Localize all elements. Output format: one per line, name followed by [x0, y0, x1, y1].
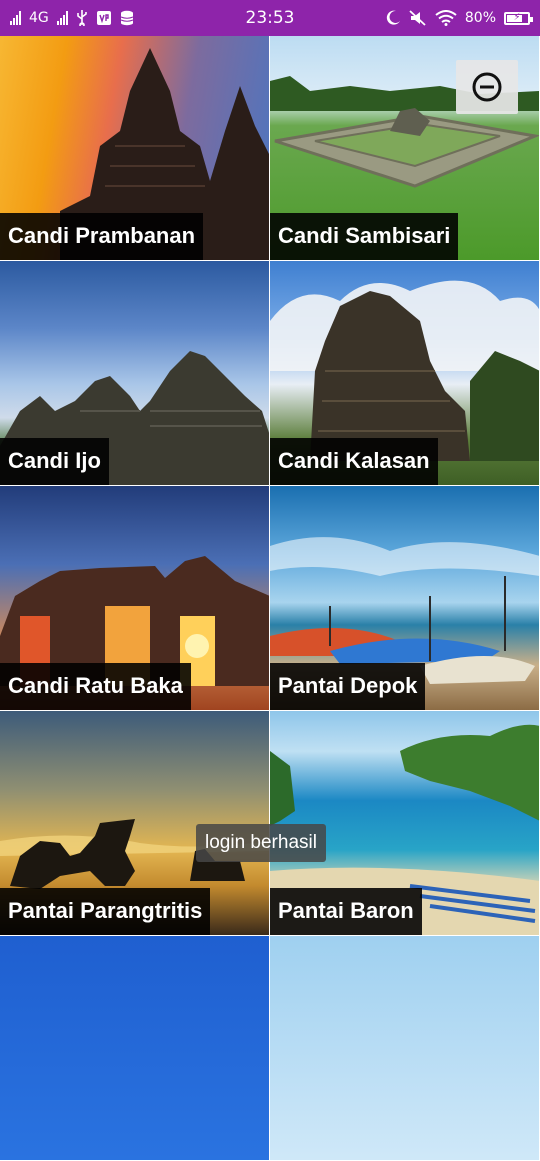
tile-label: Candi Ratu Baka	[0, 663, 191, 710]
tile-pantai-depok[interactable]: Pantai Depok	[270, 486, 540, 711]
usb-icon	[76, 10, 87, 26]
tile-candi-kalasan[interactable]: Candi Kalasan	[270, 261, 540, 486]
vpn-icon	[96, 11, 111, 25]
zoom-out-button[interactable]	[456, 60, 518, 114]
storage-icon	[120, 10, 133, 26]
tile-label: Pantai Parangtritis	[0, 888, 211, 935]
toast-message: login berhasil	[196, 824, 326, 862]
network-type: 4G	[29, 10, 49, 26]
zoom-out-icon	[472, 72, 502, 102]
destination-grid: Candi Prambanan Candi Sambisari Candi Ij…	[0, 36, 540, 1161]
tile-label: Pantai Depok	[270, 663, 426, 710]
moon-icon	[386, 10, 400, 25]
tile-candi-ratu-baka[interactable]: Candi Ratu Baka	[0, 486, 270, 711]
tile-label: Pantai Baron	[270, 888, 422, 935]
tile-label: Candi Kalasan	[270, 438, 438, 485]
tile-label: Candi Ijo	[0, 438, 109, 485]
tile-partial[interactable]	[270, 936, 540, 1161]
photo	[270, 936, 539, 1160]
status-left-group: 4G	[10, 10, 134, 26]
tile-label: Candi Sambisari	[270, 213, 459, 260]
tile-partial[interactable]	[0, 936, 270, 1161]
battery-percent: 80%	[464, 10, 496, 26]
signal-icon	[10, 11, 21, 25]
wifi-icon	[435, 10, 457, 26]
tile-candi-prambanan[interactable]: Candi Prambanan	[0, 36, 270, 261]
tile-candi-ijo[interactable]: Candi Ijo	[0, 261, 270, 486]
battery-icon: ⚡	[504, 11, 533, 25]
tile-label: Candi Prambanan	[0, 213, 204, 260]
signal-icon	[56, 11, 68, 25]
mute-icon	[409, 10, 426, 26]
clock: 23:53	[245, 8, 295, 28]
status-right-group: 80% ⚡	[385, 10, 533, 26]
photo	[0, 936, 269, 1160]
status-bar: 4G 23:53 80% ⚡	[0, 0, 540, 36]
